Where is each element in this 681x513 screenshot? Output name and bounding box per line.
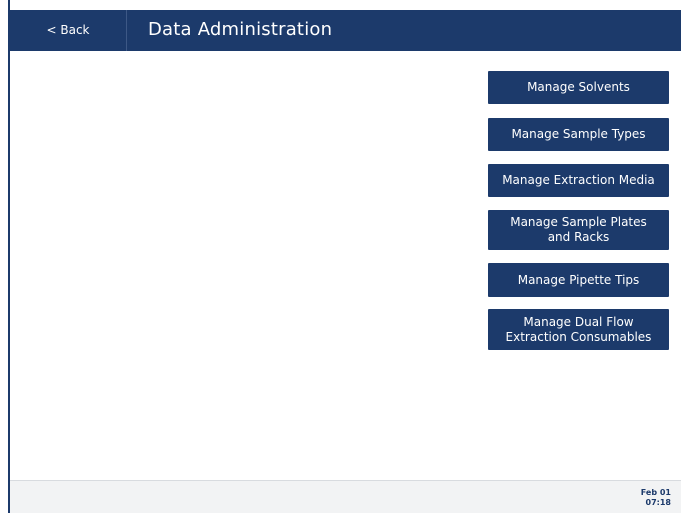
back-button[interactable]: < Back	[10, 10, 126, 51]
manage-dual-flow-consumables-button[interactable]: Manage Dual Flow Extraction Consumables	[488, 309, 669, 350]
status-date: Feb 01	[640, 488, 671, 497]
page-title: Data Administration	[148, 19, 333, 40]
status-bar: Feb 01 07:18	[10, 480, 681, 513]
manage-sample-plates-racks-label: Manage Sample Plates and Racks	[510, 215, 647, 244]
manage-sample-types-label: Manage Sample Types	[511, 127, 646, 141]
manage-pipette-tips-button[interactable]: Manage Pipette Tips	[488, 263, 669, 297]
manage-dual-flow-consumables-label: Manage Dual Flow Extraction Consumables	[505, 314, 652, 344]
top-margin	[10, 0, 681, 10]
clock: Feb 01 07:18	[641, 488, 671, 508]
left-margin	[0, 0, 8, 513]
manage-pipette-tips-label: Manage Pipette Tips	[517, 272, 640, 287]
app-window: < Back Data Administration Manage Solven…	[0, 0, 681, 513]
header-divider	[126, 10, 127, 51]
manage-sample-plates-racks-button[interactable]: Manage Sample Plates and Racks	[488, 210, 669, 250]
manage-solvents-button[interactable]: Manage Solvents	[488, 71, 669, 104]
header-bar: < Back Data Administration	[10, 10, 681, 51]
manage-extraction-media-label: Manage Extraction Media	[502, 173, 655, 187]
manage-sample-types-button[interactable]: Manage Sample Types	[488, 118, 669, 151]
status-time: 07:18	[645, 498, 671, 507]
manage-solvents-label: Manage Solvents	[527, 80, 630, 94]
manage-extraction-media-button[interactable]: Manage Extraction Media	[488, 164, 669, 197]
left-border	[8, 0, 10, 513]
